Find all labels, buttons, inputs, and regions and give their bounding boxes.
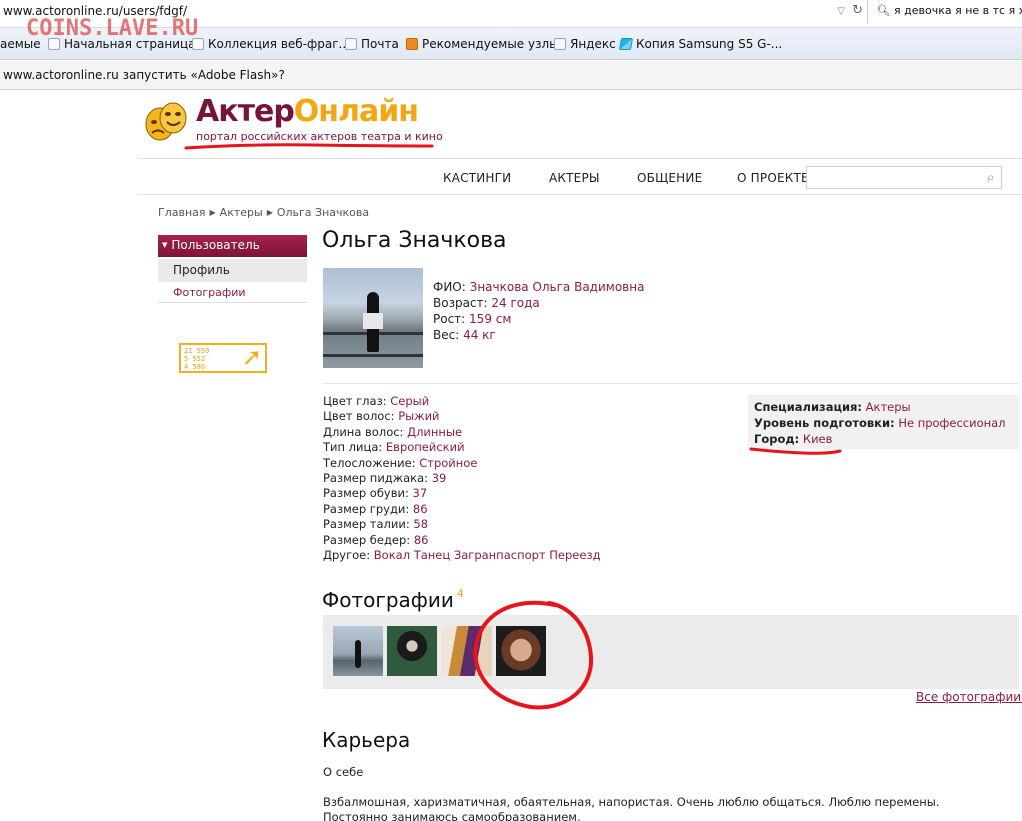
site-logo[interactable]: АктерОнлайн портал российских актеров те… bbox=[140, 94, 443, 156]
photo-thumbnail[interactable] bbox=[442, 626, 492, 676]
attribute-row: Размер груди: 86 bbox=[323, 501, 428, 516]
brand-name[interactable]: АктерОнлайн bbox=[196, 94, 419, 129]
breadcrumb-home[interactable]: Главная bbox=[158, 206, 206, 219]
photo-thumbnail[interactable] bbox=[387, 626, 437, 676]
profile-photo[interactable] bbox=[323, 268, 423, 368]
watermark: COINS.LAVE.RU bbox=[26, 16, 199, 41]
photos-count: 4 bbox=[456, 587, 464, 600]
attributes-list: Цвет глаз: Серый Цвет волос: Рыжий Длина… bbox=[323, 394, 601, 563]
chevron-right-icon: ▶ bbox=[266, 208, 273, 217]
header-divider bbox=[138, 158, 1022, 159]
sidebar-header[interactable]: ▼ Пользователь bbox=[158, 235, 307, 257]
attribute-row: Другое: Вокал Танец Загранпаспорт Переез… bbox=[323, 548, 601, 563]
photo-figure bbox=[363, 313, 383, 329]
breadcrumb-current: Ольга Значкова bbox=[276, 206, 370, 219]
attribute-row: Длина волос: Длинные bbox=[323, 424, 463, 439]
specialization-box: Специализация: Актеры Уровень подготовки… bbox=[748, 395, 1019, 449]
visit-counter-badge[interactable]: 21 559 5 552 4 580 ➚ bbox=[179, 343, 267, 373]
section-divider bbox=[323, 383, 1019, 384]
about-text: Взбалмошная, харизматичная, обаятельная,… bbox=[323, 795, 940, 821]
breadcrumb: Главная ▶ Актеры ▶ Ольга Значкова bbox=[158, 206, 369, 219]
search-icon[interactable]: ⌕ bbox=[987, 168, 995, 186]
counter-values: 21 559 5 552 4 580 bbox=[184, 347, 210, 371]
photo-thumbnail[interactable] bbox=[333, 626, 383, 676]
spec-row: Специализация: Актеры bbox=[754, 400, 911, 414]
nav-actors[interactable]: АКТЕРЫ bbox=[549, 171, 600, 185]
bookmark-item[interactable]: Коллекция веб-фраг... bbox=[192, 37, 350, 51]
sidebar-item-profile[interactable]: Профиль bbox=[158, 259, 307, 282]
all-photos-link[interactable]: Все фотографии » bbox=[916, 690, 1022, 704]
attribute-row: Размер талии: 58 bbox=[323, 517, 429, 532]
basic-info: ФИО: Значкова Ольга Вадимовна Возраст: 2… bbox=[433, 279, 644, 343]
attribute-row: Размер бедер: 86 bbox=[323, 532, 429, 547]
photo-rail bbox=[323, 354, 423, 357]
bookmark-item[interactable]: Яндекс bbox=[554, 37, 616, 51]
bookmark-item[interactable]: Рекомендуемые узлы bbox=[406, 37, 559, 51]
page-icon bbox=[554, 38, 566, 50]
notification-text: www.actoronline.ru запустить «Adobe Flas… bbox=[3, 68, 285, 82]
about-label: О себе bbox=[323, 765, 364, 779]
attribute-row: Телосложение: Стройное bbox=[323, 455, 478, 470]
reload-icon[interactable]: ↻ bbox=[852, 0, 863, 22]
red-underline-mark bbox=[184, 143, 434, 150]
info-row: Возраст: 24 года bbox=[433, 296, 540, 310]
search-icon: 🔍︎ bbox=[876, 4, 891, 17]
attribute-row: Размер обуви: 37 bbox=[323, 486, 428, 501]
browser-search-text[interactable]: я девочка я не в тс я хочу bbox=[894, 4, 1022, 17]
info-row: Рост: 159 см bbox=[433, 312, 512, 326]
photos-heading: Фотографии 4 bbox=[322, 587, 464, 612]
site-search-input[interactable]: ⌕ bbox=[806, 166, 1002, 189]
nav-about[interactable]: О ПРОЕКТЕ bbox=[737, 171, 809, 185]
photo-thumbnail[interactable] bbox=[496, 626, 546, 676]
spec-row: Город: Киев bbox=[754, 432, 833, 446]
info-row: ФИО: Значкова Ольга Вадимовна bbox=[433, 280, 645, 294]
career-heading: Карьера bbox=[322, 728, 411, 752]
nav-castings[interactable]: КАСТИНГИ bbox=[443, 171, 511, 185]
attribute-row: Тип лица: Европейский bbox=[323, 440, 465, 455]
bookmark-item[interactable]: Почта bbox=[345, 37, 399, 51]
nav-community[interactable]: ОБЩЕНИЕ bbox=[637, 171, 702, 185]
thumb-figure bbox=[355, 640, 361, 668]
theatre-masks-icon bbox=[145, 102, 187, 141]
info-row: Вес: 44 кг bbox=[433, 328, 496, 342]
triangle-down-icon: ▼ bbox=[162, 241, 168, 249]
spec-row: Уровень подготовки: Не профессионал bbox=[754, 416, 1006, 430]
attribute-row: Цвет глаз: Серый bbox=[323, 394, 430, 408]
bookmark-icon bbox=[618, 38, 634, 50]
sidebar-item-photos[interactable]: Фотографии bbox=[158, 283, 307, 303]
attribute-row: Размер пиджака: 39 bbox=[323, 471, 447, 486]
nav-divider bbox=[138, 194, 1022, 195]
breadcrumb-actors[interactable]: Актеры bbox=[220, 206, 263, 219]
feed-icon bbox=[406, 38, 418, 50]
plugin-notification-bar[interactable]: www.actoronline.ru запустить «Adobe Flas… bbox=[0, 61, 1022, 90]
page-title: Ольга Значкова bbox=[322, 228, 507, 253]
photo-gallery bbox=[323, 615, 1019, 689]
bookmark-item[interactable]: Копия Samsung S5 G-... bbox=[618, 37, 782, 51]
attribute-row: Цвет волос: Рыжий bbox=[323, 409, 440, 424]
page-icon bbox=[345, 38, 357, 50]
chevron-right-icon: ▶ bbox=[209, 208, 216, 217]
arrow-up-right-icon: ➚ bbox=[241, 343, 262, 371]
browser-search-field[interactable]: 🔍︎я девочка я не в тс я хочу bbox=[876, 0, 1022, 24]
dropdown-arrow-icon[interactable]: ▽ bbox=[837, 1, 845, 23]
